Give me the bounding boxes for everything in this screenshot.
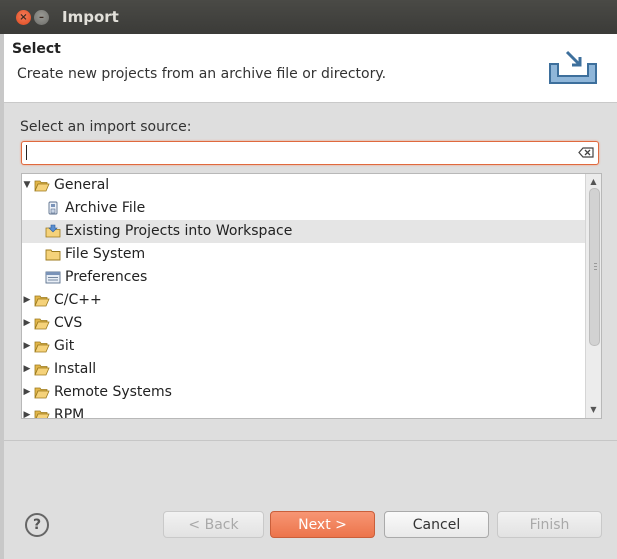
title-bar[interactable]: × – Import (0, 0, 617, 34)
filter-field[interactable] (21, 141, 599, 165)
tree-item-label: Git (54, 338, 75, 354)
expand-arrow-icon[interactable]: ▶ (22, 404, 32, 418)
tree-item-label: Preferences (65, 269, 148, 285)
tree-item-label: C/C++ (54, 292, 102, 308)
import-source-tree[interactable]: ▼ General Archive File Existing Projects in… (21, 173, 602, 419)
vertical-scrollbar[interactable]: ▲ ▼ (585, 174, 601, 418)
tree-item-label: General (54, 177, 110, 193)
tree-item[interactable]: ▼ General (22, 174, 585, 197)
tree-item[interactable]: ▶ CVS (22, 312, 585, 335)
folder-open-icon (34, 341, 50, 353)
tree-item-label: Existing Projects into Workspace (65, 223, 293, 239)
minimize-window-button[interactable]: – (34, 10, 49, 25)
cancel-button[interactable]: Cancel (384, 511, 489, 538)
page-description: Create new projects from an archive file… (17, 66, 387, 82)
next-button[interactable]: Next > (270, 511, 375, 538)
folder-open-icon (34, 318, 50, 330)
folder-icon (45, 249, 61, 261)
clear-filter-icon[interactable] (578, 147, 594, 158)
close-window-button[interactable]: × (16, 10, 31, 25)
expand-arrow-icon[interactable]: ▶ (22, 381, 32, 404)
wizard-header: Select Create new projects from an archi… (4, 34, 617, 103)
tree-item[interactable]: Existing Projects into Workspace (22, 220, 585, 243)
text-caret (26, 145, 27, 160)
preferences-icon (45, 271, 61, 284)
import-source-label: Select an import source: (20, 119, 192, 135)
scrollbar-thumb[interactable] (589, 188, 600, 346)
archive-file-icon (48, 201, 58, 215)
tree-item[interactable]: ▶ Install (22, 358, 585, 381)
expand-arrow-icon[interactable]: ▶ (22, 335, 32, 358)
page-title: Select (12, 41, 61, 57)
folder-open-icon (34, 295, 50, 307)
tree-item-label: Install (54, 361, 97, 377)
import-wizard-icon (549, 50, 597, 84)
back-button[interactable]: < Back (163, 511, 264, 538)
filter-input[interactable] (25, 143, 565, 161)
tree-item[interactable]: Archive File (22, 197, 585, 220)
folder-open-icon (34, 410, 50, 418)
tree-item-label: CVS (54, 315, 83, 331)
tree-item[interactable]: ▶ Git (22, 335, 585, 358)
tree-item-label: RPM (54, 407, 85, 419)
tree-item[interactable]: Preferences (22, 266, 585, 289)
minimize-icon: – (39, 12, 44, 23)
thumb-grip (594, 269, 597, 270)
thumb-grip (594, 263, 597, 264)
close-icon: × (19, 12, 28, 23)
existing-projects-icon (45, 224, 61, 238)
tree-item-label: Archive File (65, 200, 146, 216)
folder-open-icon (34, 364, 50, 376)
expand-arrow-icon[interactable]: ▶ (22, 312, 32, 335)
scroll-up-icon[interactable]: ▲ (588, 176, 599, 187)
help-button[interactable]: ? (25, 513, 49, 537)
window-left-edge (0, 34, 4, 559)
tree-item-label: File System (65, 246, 146, 262)
window-title: Import (62, 8, 119, 26)
tree-item[interactable]: ▶ C/C++ (22, 289, 585, 312)
expand-arrow-icon[interactable]: ▶ (22, 358, 32, 381)
footer-separator (4, 440, 617, 441)
scroll-down-icon[interactable]: ▼ (588, 404, 599, 415)
collapse-arrow-icon[interactable]: ▼ (22, 174, 32, 197)
tree-item[interactable]: ▶ RPM (22, 404, 585, 419)
thumb-grip (594, 266, 597, 267)
folder-open-icon (34, 180, 50, 192)
finish-button[interactable]: Finish (497, 511, 602, 538)
tree-item[interactable]: File System (22, 243, 585, 266)
tree-item[interactable]: ▶ Remote Systems (22, 381, 585, 404)
tree-item-label: Remote Systems (54, 384, 172, 400)
expand-arrow-icon[interactable]: ▶ (22, 289, 32, 312)
folder-open-icon (34, 387, 50, 399)
